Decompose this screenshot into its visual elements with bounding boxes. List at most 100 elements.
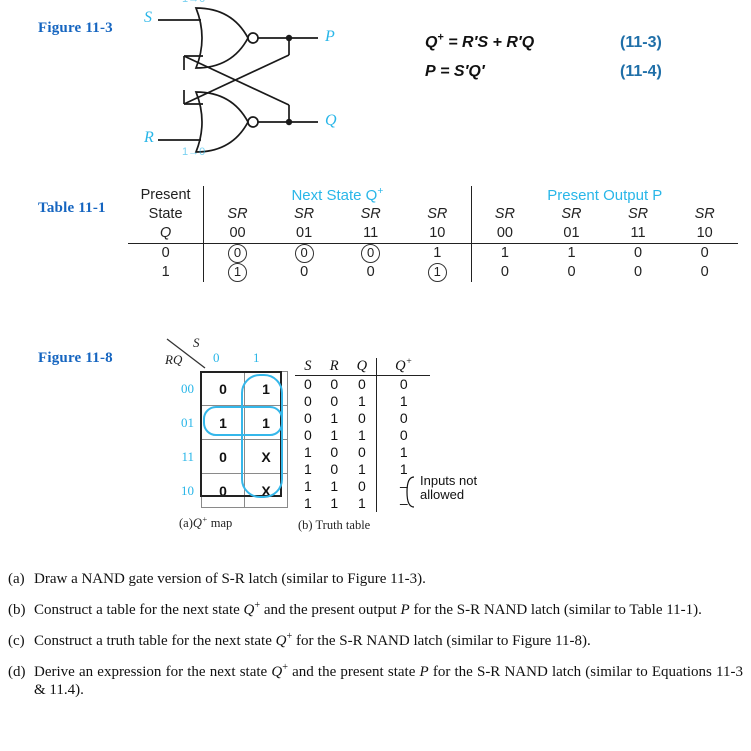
truth-table-row: 0100: [295, 410, 431, 427]
question-text: Construct a truth table for the next sta…: [34, 631, 591, 649]
note-line-1: Inputs not: [420, 473, 478, 488]
sr-value-ns-0: 00: [203, 224, 271, 244]
question-marker: (a): [8, 571, 25, 587]
kmap-caption: (a)Q+ map: [179, 513, 288, 531]
truth-cell-s: 0: [304, 427, 312, 443]
table-11-1-label: Table 11-1: [38, 200, 106, 216]
equation-11-4-row: P = S′Q′ (11-4): [425, 63, 725, 92]
table-row-group-headers: Present Next State Q+ Present Output P: [128, 186, 738, 205]
question-marker: (c): [8, 633, 25, 649]
cell-present-output: 0: [470, 263, 539, 282]
truth-table-row: 0110: [295, 427, 431, 444]
truth-cell-s: 1: [304, 478, 312, 494]
figure-11-8-truth-table: S R Q Q+ 0 0 0 0 0 0 1 1 0 1 0 0 0 1 1 0 1 0 0 1 1 0 1 1 1 1 0–1 1 1…: [295, 357, 477, 532]
truth-cell-q: 1: [358, 495, 366, 511]
truth-table-row: 0000: [295, 375, 431, 393]
signal-label-q: Q: [325, 112, 337, 129]
truth-cell-r: 0: [330, 393, 339, 409]
figure-11-8-label: Figure 11-8: [38, 350, 113, 366]
truth-cell-q: 1: [358, 461, 366, 477]
cell-present-output: 1: [470, 243, 539, 263]
figure-11-3-circuit: S R P Q 1→0 1→0: [144, 0, 380, 160]
truth-cell-r: 1: [330, 495, 339, 511]
sr-label-ns-0: SR: [203, 205, 271, 224]
table-row: 0 0 0 0 1 1 1 0 0: [128, 243, 738, 263]
truth-cell-r: 1: [330, 427, 339, 443]
question-item: (c) Construct a truth table for the next …: [8, 631, 743, 650]
truth-table-row: 0 0 11: [295, 393, 431, 410]
truth-cell-qnext: 0: [376, 427, 431, 444]
table-row: 1 1 0 0 1 0 0 0 0: [128, 263, 738, 282]
sr-value-po-2: 11: [630, 225, 646, 241]
kmap-row: 00 0 1: [165, 371, 288, 406]
table-row-sr-labels: State SR SR SR SR SR SR SR SR: [128, 205, 738, 224]
truth-cell-q: 0: [358, 410, 366, 426]
sr-value-po-0: 00: [470, 224, 539, 244]
equations-block: Q+ = R′S + R′Q (11-3) P = S′Q′ (11-4): [425, 32, 725, 92]
kmap-cell: 1: [244, 405, 288, 440]
truth-cell-s: 0: [304, 393, 312, 409]
cell-next-state: 0: [337, 243, 404, 263]
signal-label-p: P: [325, 28, 335, 45]
kmap-col-label-1: 1: [253, 350, 260, 365]
row-present-state: 1: [161, 264, 170, 280]
group-header-present-output: Present Output P: [470, 186, 738, 205]
cell-present-output: 0: [567, 264, 576, 280]
questions-block: (a) Draw a NAND gate version of S-R latch…: [8, 570, 743, 712]
kmap-grid: 00 0 1 01 1 1 11 0 X 10 0 X: [165, 371, 288, 508]
question-text: Derive an expression for the next state …: [34, 662, 743, 698]
truth-cell-r: 0: [330, 444, 339, 460]
truth-cell-q: 1: [358, 393, 366, 409]
question-marker: (d): [8, 664, 26, 680]
sr-label-po-3: SR: [694, 206, 715, 222]
cell-next-state: 0: [300, 264, 309, 280]
sr-label-ns-3: SR: [427, 206, 448, 222]
kmap-col-label-0: 0: [213, 350, 220, 365]
kmap-row: 10 0 X: [165, 473, 288, 508]
question-item: (b) Construct a table for the next state …: [8, 600, 743, 619]
truth-header-q: Q: [356, 358, 368, 374]
truth-header-r: R: [329, 358, 339, 374]
truth-cell-q: 0: [347, 375, 377, 393]
table-11-1: Present Next State Q+ Present Output P S…: [128, 186, 738, 282]
truth-cell-s: 1: [304, 495, 312, 511]
note-line-2: allowed: [420, 487, 465, 502]
equation-11-4-text: P = S′Q′: [425, 63, 485, 80]
truth-cell-s: 1: [304, 444, 312, 460]
truth-cell-qnext: 1: [376, 444, 431, 461]
kmap-cell: 1: [244, 371, 288, 406]
node-dot-q: [285, 118, 293, 126]
truth-header-qnext: Q+: [376, 357, 431, 376]
kmap-grid-wrapper: 00 0 1 01 1 1 11 0 X 10 0 X: [165, 371, 288, 508]
sr-label-ns-1: SR: [294, 206, 315, 222]
equation-11-3-row: Q+ = R′S + R′Q (11-3): [425, 32, 725, 63]
brace-icon: [406, 476, 415, 508]
kmap-corner-header: S RQ 0 1: [165, 335, 279, 371]
truth-cell-qnext: 0: [376, 375, 431, 393]
kmap-cell: X: [244, 473, 288, 508]
annotation-r-transition: 1→0: [182, 146, 206, 158]
kmap-cell: 0: [201, 473, 245, 508]
truth-table-header-row: S R Q Q+: [295, 357, 431, 376]
kmap-var-s: S: [193, 335, 200, 350]
kmap-caption-sup: +: [201, 513, 208, 524]
cell-present-output: 0: [604, 243, 672, 263]
row-present-state: 0: [128, 243, 204, 263]
question-text: Draw a NAND gate version of S-R latch (s…: [34, 571, 426, 587]
truth-cell-q: 0: [358, 444, 366, 460]
question-marker: (b): [8, 602, 26, 618]
truth-cell-r: 0: [320, 375, 348, 393]
kmap-row: 01 1 1: [165, 405, 288, 440]
sr-value-po-1: 01: [563, 225, 580, 241]
kmap-row-label: 00: [181, 380, 194, 396]
cell-next-state: 0: [203, 243, 271, 263]
truth-cell-qnext: 0: [376, 410, 431, 427]
equation-11-3-number: (11-3): [620, 34, 662, 51]
kmap-cell: 1: [201, 405, 245, 440]
cell-present-output: 0: [671, 243, 738, 263]
cell-next-state: 0: [270, 243, 338, 263]
group-header-next-state: Next State Q+: [203, 186, 472, 205]
cell-present-output: 0: [634, 264, 643, 280]
annotation-s-transition: 1→0: [182, 0, 205, 5]
signal-label-s: S: [144, 9, 152, 26]
